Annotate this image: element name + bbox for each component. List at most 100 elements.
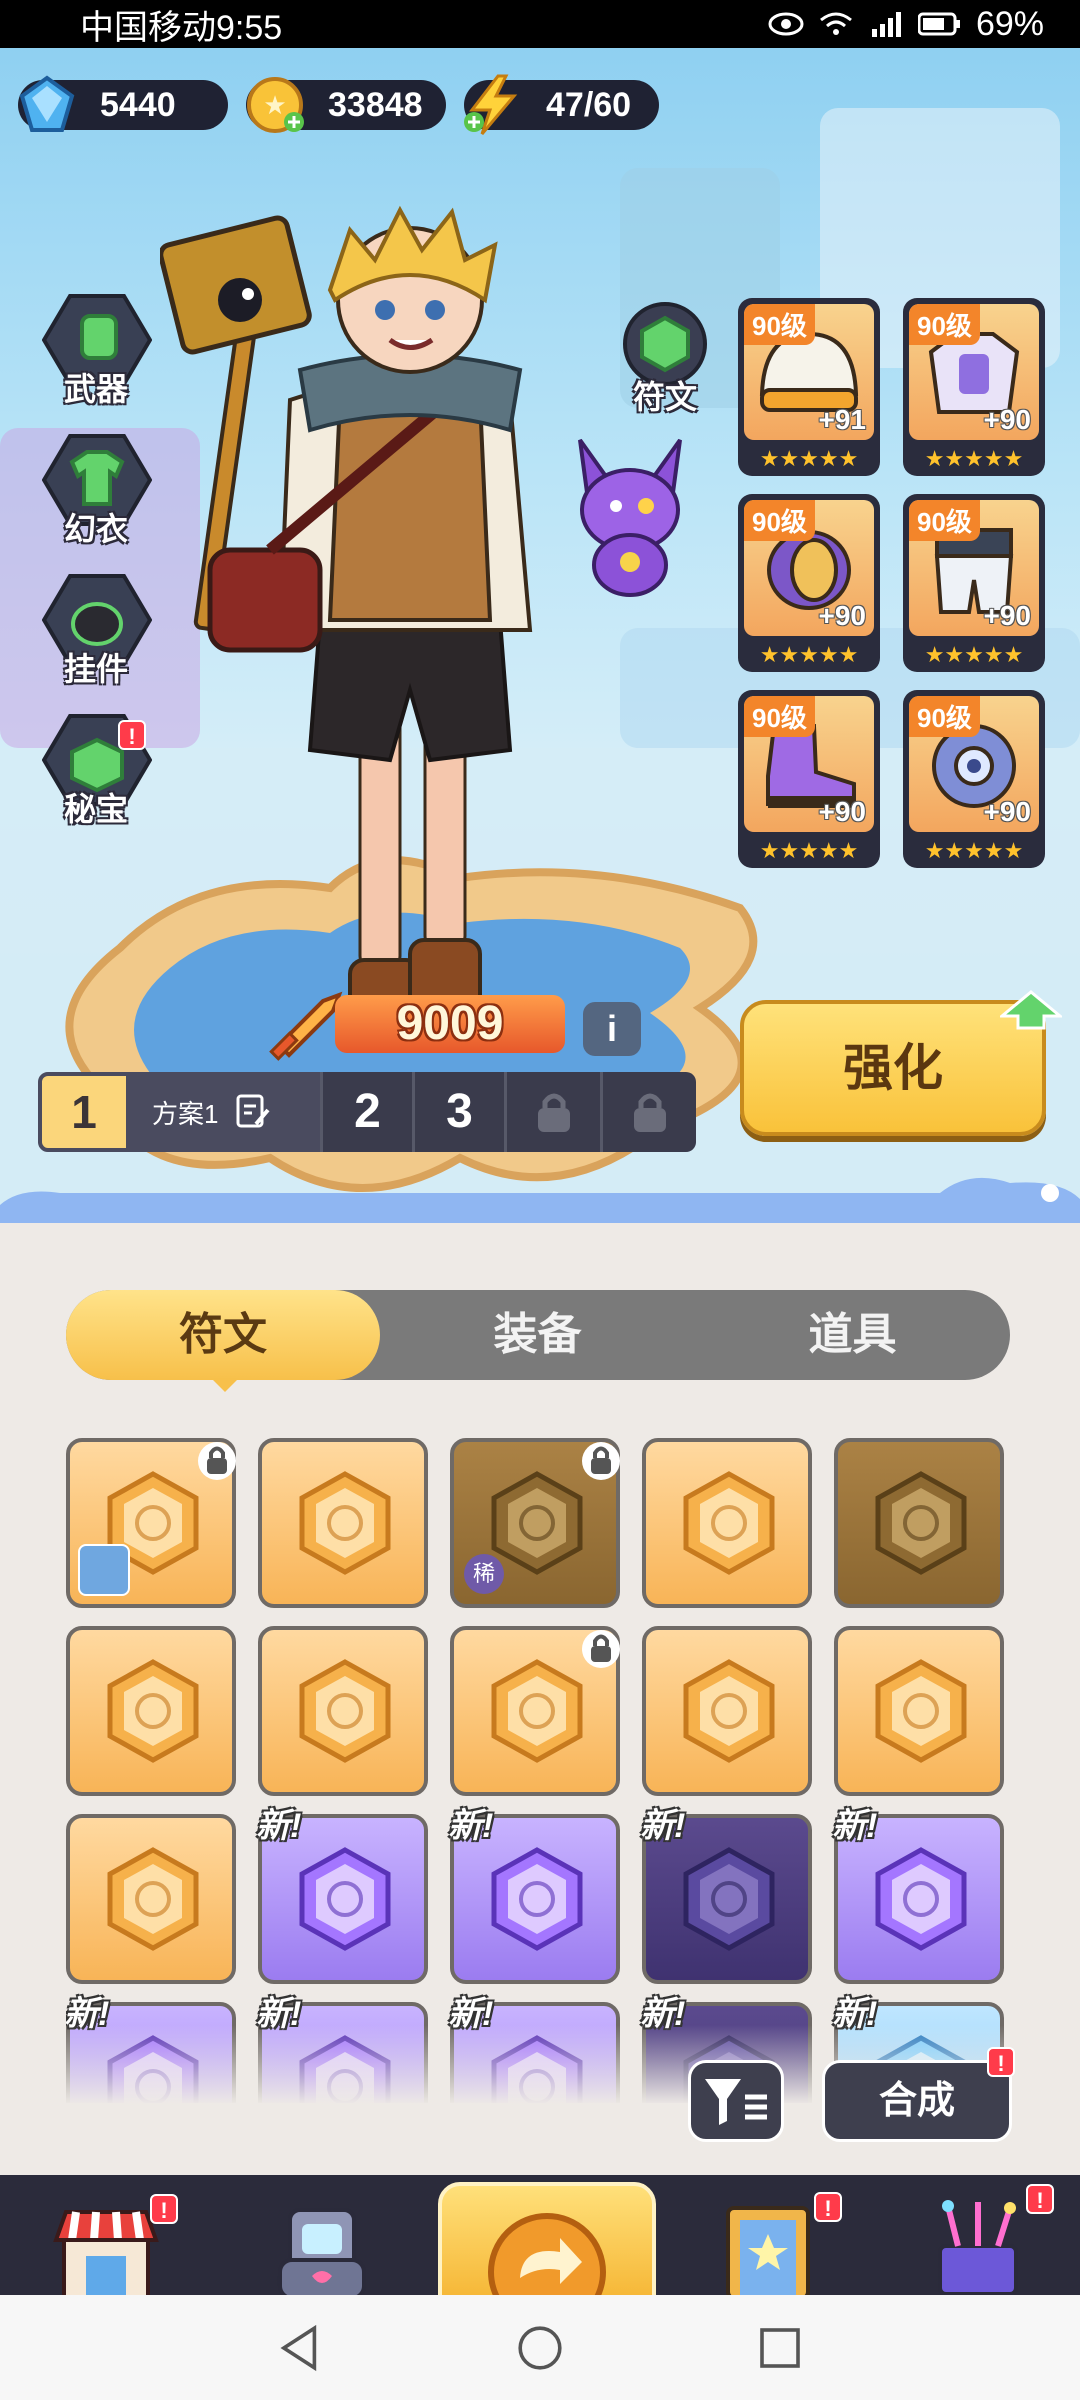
equip-slot-boots[interactable]: 90级 +90 ★★★★★ xyxy=(738,690,880,868)
star-rating: ★★★★★ xyxy=(924,838,1024,863)
plan-name-label: 方案1 xyxy=(152,1098,219,1129)
shop-icon xyxy=(53,2210,159,2300)
rune-slot[interactable]: 新! xyxy=(256,1807,428,1984)
rune-slot[interactable] xyxy=(834,1438,1004,1608)
treasure-alert-badge: ! xyxy=(118,720,146,750)
rune-slot[interactable]: 新! xyxy=(832,1807,1004,1984)
energy-amount: 47/60 xyxy=(546,85,632,124)
tab-equipment[interactable]: 装备 xyxy=(380,1290,695,1380)
rune-gem-icon xyxy=(683,1659,775,1763)
outfit-button[interactable]: 幻衣 xyxy=(36,432,156,552)
back-triangle-icon[interactable] xyxy=(273,2321,327,2375)
rune-slot[interactable] xyxy=(450,1626,620,1796)
carrier-time: 中国移动9:55 xyxy=(80,8,283,47)
weapon-label: 武器 xyxy=(63,371,128,407)
plan-locked-4[interactable] xyxy=(504,1072,600,1152)
rune-slot[interactable] xyxy=(66,1814,236,1984)
rune-slot[interactable] xyxy=(66,1626,236,1796)
inventory-tabs: 符文 装备 道具 xyxy=(66,1290,1010,1392)
coin-counter[interactable]: ★ 33848 xyxy=(246,77,446,133)
rune-gem-icon xyxy=(299,1659,391,1763)
home-circle-icon[interactable] xyxy=(513,2321,567,2375)
rune-slot[interactable] xyxy=(642,1626,812,1796)
rune-slot[interactable]: 新! xyxy=(448,1807,620,1984)
pet-companion[interactable] xyxy=(560,430,700,600)
power-info-button[interactable]: i xyxy=(583,1002,641,1056)
new-tag: 新! xyxy=(256,1807,302,1845)
equip-slot-pants[interactable]: 90级 +90 ★★★★★ xyxy=(903,494,1045,672)
rune-slot[interactable] xyxy=(642,1438,812,1608)
currency-bar: 5440 ★ 33848 47/60 xyxy=(18,74,659,135)
lock-icon xyxy=(537,1093,570,1132)
nav-shop[interactable]: ! xyxy=(46,2194,178,2300)
shop-alert-badge: ! xyxy=(150,2194,178,2224)
plan-name-edit[interactable]: 方案1 xyxy=(130,1072,320,1152)
plan-locked-5[interactable] xyxy=(600,1072,696,1152)
weapon-button[interactable]: 武器 xyxy=(36,292,156,412)
battery-percent: 69% xyxy=(975,4,1044,43)
lock-icon xyxy=(582,1442,620,1480)
equip-slot-accessory[interactable]: 90级 +90 ★★★★★ xyxy=(903,690,1045,868)
craft-alert-badge: ! xyxy=(987,2047,1015,2077)
energy-counter[interactable]: 47/60 xyxy=(464,74,659,135)
battery-icon xyxy=(917,12,960,36)
recents-square-icon[interactable] xyxy=(753,2321,807,2375)
rune-slot[interactable]: 稀 xyxy=(450,1438,620,1608)
events-alert-badge: ! xyxy=(1026,2184,1054,2214)
rune-slot[interactable] xyxy=(258,1626,428,1796)
rune-slot[interactable] xyxy=(66,1438,236,1608)
plan-3-tab[interactable]: 3 xyxy=(412,1072,504,1152)
rune-slot[interactable]: 新! xyxy=(640,1807,812,1984)
tab-items[interactable]: 道具 xyxy=(695,1290,1010,1380)
star-rating: ★★★★★ xyxy=(924,642,1024,667)
lock-icon xyxy=(582,1630,620,1668)
rune-gem-icon xyxy=(107,1847,199,1951)
rune-slot[interactable] xyxy=(834,1626,1004,1796)
nav-gacha[interactable] xyxy=(262,2200,382,2300)
filter-icon xyxy=(705,2079,767,2125)
filter-button[interactable] xyxy=(688,2060,784,2142)
rune-label: 符文 xyxy=(632,379,697,415)
inventory-panel: 符文 装备 道具 稀新! 新! 新! 新! 新! 新! 新! 新! 新! xyxy=(0,1250,1080,2175)
equip-slot-helmet[interactable]: 90级 +91 ★★★★★ xyxy=(738,298,880,476)
craft-button[interactable]: 合成 ! xyxy=(822,2047,1015,2142)
equip-slot-bracer[interactable]: 90级 +90 ★★★★★ xyxy=(738,494,880,672)
wifi-icon xyxy=(820,12,852,35)
rune-button[interactable]: 符文 xyxy=(610,300,720,420)
treasure-button[interactable]: 秘宝 ! xyxy=(36,712,156,832)
card-frame-icon xyxy=(726,2206,810,2300)
nav-cards[interactable]: ! xyxy=(708,2192,842,2300)
rune-gem-icon xyxy=(491,1471,583,1575)
return-arrow-icon xyxy=(488,2213,606,2331)
rune-slot[interactable] xyxy=(258,1438,428,1608)
coin-amount: 33848 xyxy=(328,85,423,124)
equip-slot-armor[interactable]: 90级 +90 ★★★★★ xyxy=(903,298,1045,476)
lock-icon xyxy=(198,1442,236,1480)
status-bar: 中国移动9:55 69% xyxy=(0,0,1080,48)
star-rating: ★★★★★ xyxy=(759,838,859,863)
rune-gem-icon xyxy=(491,1847,583,1951)
rarity-badge: 稀 xyxy=(464,1554,504,1594)
nav-return[interactable] xyxy=(438,2182,656,2331)
hero-character[interactable] xyxy=(160,190,580,1070)
tab-runes[interactable]: 符文 xyxy=(66,1290,380,1392)
rune-gem-icon xyxy=(875,1847,967,1951)
pendant-button[interactable]: 挂件 xyxy=(36,572,156,692)
upgrade-arrow-icon xyxy=(1000,990,1062,1030)
gacha-machine-icon xyxy=(278,2208,366,2300)
svg-text:★: ★ xyxy=(263,91,286,121)
plan-2-tab[interactable]: 2 xyxy=(320,1072,412,1152)
rune-gem-icon xyxy=(107,1659,199,1763)
star-rating: ★★★★★ xyxy=(759,446,859,471)
gem-counter[interactable]: 5440 xyxy=(18,75,228,132)
plan-1-tab[interactable]: 1 xyxy=(38,1072,130,1152)
craft-label: 合成 xyxy=(878,2080,955,2122)
rune-gem-icon xyxy=(299,1847,391,1951)
rune-gem-icon xyxy=(875,1659,967,1763)
star-rating: ★★★★★ xyxy=(759,642,859,667)
event-gift-icon xyxy=(938,2200,1018,2296)
cloud-divider xyxy=(0,1177,1080,1255)
rune-grid: 稀新! 新! 新! 新! 新! 新! 新! 新! 新! xyxy=(66,1438,1012,2103)
signal-icon xyxy=(871,12,901,37)
nav-events[interactable]: ! xyxy=(918,2184,1054,2296)
